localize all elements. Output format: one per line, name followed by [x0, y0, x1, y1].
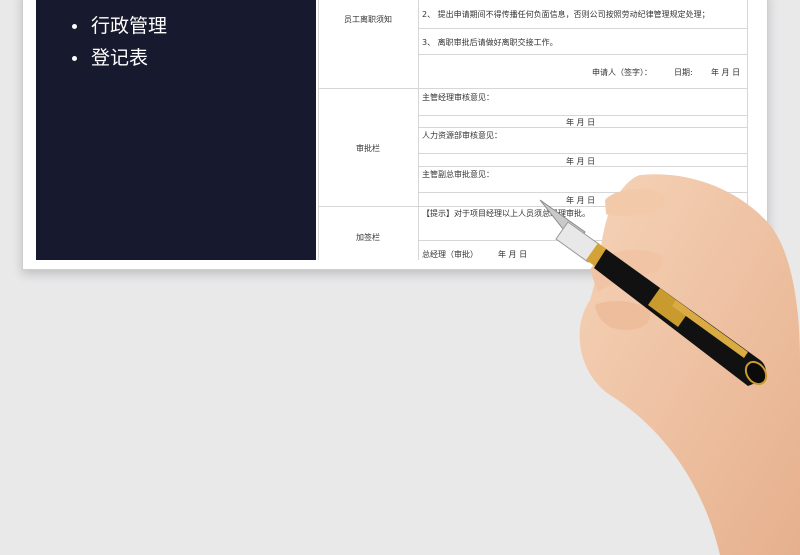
bullet-dot-icon — [72, 23, 77, 29]
vp-opinion-label: 主管副总审批意见： — [422, 170, 494, 179]
extra-section-label: 加签栏 — [356, 233, 380, 242]
resignation-form: 员工离职须知 2、 提出申请期间不得传播任何负面信息，否则公司按照劳动纪律管理规… — [318, 0, 748, 260]
applicant-label: 申请人（签字）： — [592, 68, 652, 77]
title-panel: 行政管理 登记表 — [36, 0, 316, 260]
vp-date: 年 月 日 — [566, 196, 596, 205]
bullet-item: 行政管理 — [72, 10, 167, 42]
gm-label: 总经理（审批） — [422, 250, 478, 259]
date-placeholder: 年 月 日 — [711, 68, 741, 77]
notice-line-2: 2、 提出申请期间不得传播任何负面信息，否则公司按照劳动纪律管理规定处理； — [422, 10, 710, 19]
hr-opinion-label: 人力资源部审核意见： — [422, 131, 502, 140]
bullet-item: 登记表 — [72, 42, 167, 74]
manager-opinion-label: 主管经理审核意见： — [422, 93, 494, 102]
date-label: 日期: — [674, 68, 693, 77]
manager-date: 年 月 日 — [566, 118, 596, 127]
approval-section-label: 审批栏 — [356, 144, 380, 153]
notice-section-label: 员工离职须知 — [344, 15, 392, 24]
notice-line-3: 3、 离职审批后请做好离职交接工作。 — [422, 38, 558, 47]
tip-text: 【提示】对于项目经理以上人员须总经理审批。 — [422, 209, 590, 218]
bullet-list: 行政管理 登记表 — [72, 10, 167, 74]
bullet-dot-icon — [72, 55, 77, 61]
gm-date: 年 月 日 — [498, 250, 528, 259]
hr-date: 年 月 日 — [566, 157, 596, 166]
